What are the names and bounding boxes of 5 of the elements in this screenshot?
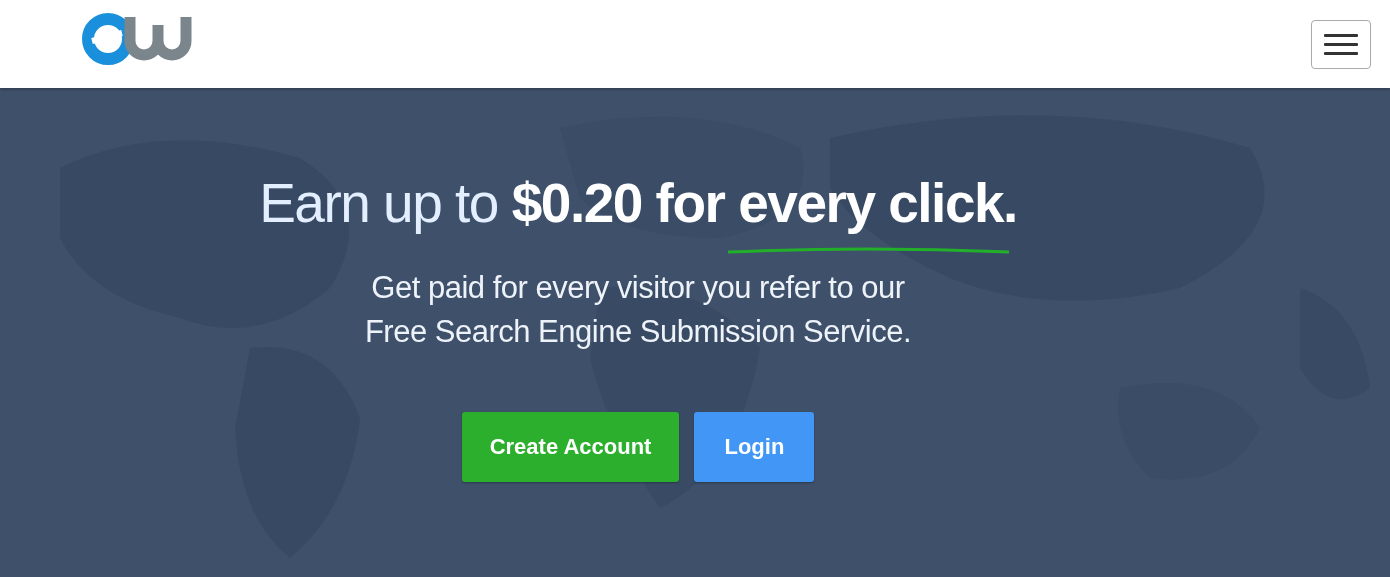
subtitle: Get paid for every visitor you refer to our Free Search Engine Submission Service. [364,269,912,351]
menu-button[interactable] [1311,19,1371,69]
create-account-button[interactable]: Create Account [461,412,680,482]
login-button[interactable]: Login [694,412,815,482]
headline: Earn up to $0.20 for every click. [259,171,1017,236]
